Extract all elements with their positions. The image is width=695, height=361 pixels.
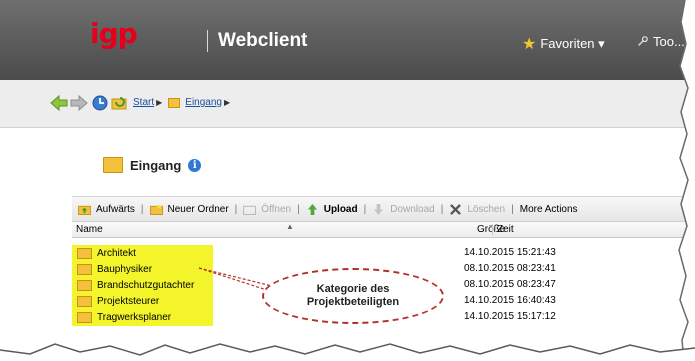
annotation-callout: Kategorie des Projektbeteiligten xyxy=(262,268,444,324)
chevron-right-icon[interactable]: ▶ xyxy=(224,98,230,107)
breadcrumb-inbox-link[interactable]: Eingang xyxy=(185,97,222,108)
app-title: Webclient xyxy=(218,30,308,51)
folder-icon xyxy=(77,279,92,291)
row-name[interactable]: Brandschutzgutachter xyxy=(75,278,198,292)
row-time: 08.10.2015 08:23:47 xyxy=(464,279,556,290)
open-label: Öffnen xyxy=(261,203,292,215)
row-time: 14.10.2015 15:21:43 xyxy=(464,247,556,258)
tools-icon xyxy=(638,36,648,46)
row-name[interactable]: Architekt xyxy=(75,246,139,260)
breadcrumb-start-link[interactable]: Start xyxy=(133,97,154,108)
up-label: Aufwärts xyxy=(96,203,135,215)
callout-line-2: Projektbeteiligten xyxy=(306,296,400,308)
page-title: Eingang i xyxy=(103,157,202,173)
folder-icon xyxy=(77,311,92,323)
column-header: Name ▲ Größe Zeit xyxy=(72,222,695,238)
info-icon[interactable]: i xyxy=(188,158,202,172)
upload-label: Upload xyxy=(323,203,358,215)
screenshot-frame: igp Webclient ★ Favoriten ▾ Too... Start… xyxy=(0,0,695,361)
refresh-folder-icon[interactable] xyxy=(111,94,129,112)
new-folder-icon xyxy=(149,203,163,215)
row-name-text: Brandschutzgutachter xyxy=(97,279,195,291)
row-name[interactable]: Bauphysiker xyxy=(75,262,156,276)
breadcrumb: Start ▶ Eingang ▶ xyxy=(133,97,230,108)
callout-line-1: Kategorie des xyxy=(316,283,390,295)
back-arrow-icon[interactable] xyxy=(50,94,68,112)
page-title-text: Eingang xyxy=(130,157,182,173)
folder-icon xyxy=(77,295,92,307)
torn-edge-right xyxy=(678,0,695,361)
folder-up-icon xyxy=(78,205,91,215)
delete-button[interactable]: Löschen xyxy=(443,204,511,215)
row-name[interactable]: Tragwerksplaner xyxy=(75,310,175,324)
more-actions-button[interactable]: More Actions xyxy=(514,204,584,215)
column-time[interactable]: Zeit xyxy=(492,224,514,235)
delete-icon xyxy=(450,203,462,215)
delete-label: Löschen xyxy=(467,203,506,215)
new-folder-button[interactable]: Neuer Ordner xyxy=(144,203,235,215)
upload-button[interactable]: Upload xyxy=(300,203,364,215)
folder-icon xyxy=(77,263,92,275)
row-name-text: Tragwerksplaner xyxy=(97,311,172,323)
new-folder-label: Neuer Ordner xyxy=(167,203,229,215)
row-name[interactable]: Projektsteurer xyxy=(75,294,163,308)
download-button[interactable]: Download xyxy=(366,203,440,215)
open-button[interactable]: Öffnen xyxy=(237,204,297,215)
upload-icon xyxy=(307,203,317,215)
navigation-bar: Start ▶ Eingang ▶ xyxy=(0,80,695,128)
row-time: 08.10.2015 08:23:41 xyxy=(464,263,556,274)
row-name-text: Architekt xyxy=(97,247,136,259)
chevron-right-icon: ▶ xyxy=(156,98,163,107)
folder-icon xyxy=(77,247,92,259)
file-toolbar: Aufwärts | Neuer Ordner | Öffnen | Uploa… xyxy=(72,196,695,222)
table-row[interactable]: Architekt 14.10.2015 15:21:43 xyxy=(72,245,695,261)
open-folder-icon xyxy=(243,205,257,215)
history-icon[interactable] xyxy=(91,94,109,112)
download-icon xyxy=(374,203,384,215)
app-header: igp Webclient ★ Favoriten ▾ Too... xyxy=(0,0,695,80)
header-divider xyxy=(207,30,208,52)
more-actions-label: More Actions xyxy=(519,203,578,215)
column-name[interactable]: Name xyxy=(76,224,103,235)
favorites-label: Favoriten ▾ xyxy=(540,36,605,51)
favorites-menu[interactable]: ★ Favoriten ▾ xyxy=(522,34,605,54)
folder-icon xyxy=(168,97,181,108)
row-time: 14.10.2015 16:40:43 xyxy=(464,295,556,306)
up-button[interactable]: Aufwärts xyxy=(72,204,141,215)
sort-ascending-icon: ▲ xyxy=(286,222,294,231)
row-name-text: Bauphysiker xyxy=(97,263,153,275)
row-name-text: Projektsteurer xyxy=(97,295,160,307)
download-label: Download xyxy=(390,203,435,215)
igp-logo[interactable]: igp xyxy=(90,20,138,48)
forward-arrow-icon[interactable] xyxy=(70,94,88,112)
torn-edge-bottom xyxy=(0,343,695,361)
star-icon: ★ xyxy=(522,36,537,53)
row-time: 14.10.2015 15:17:12 xyxy=(464,311,556,322)
folder-icon xyxy=(103,157,123,173)
